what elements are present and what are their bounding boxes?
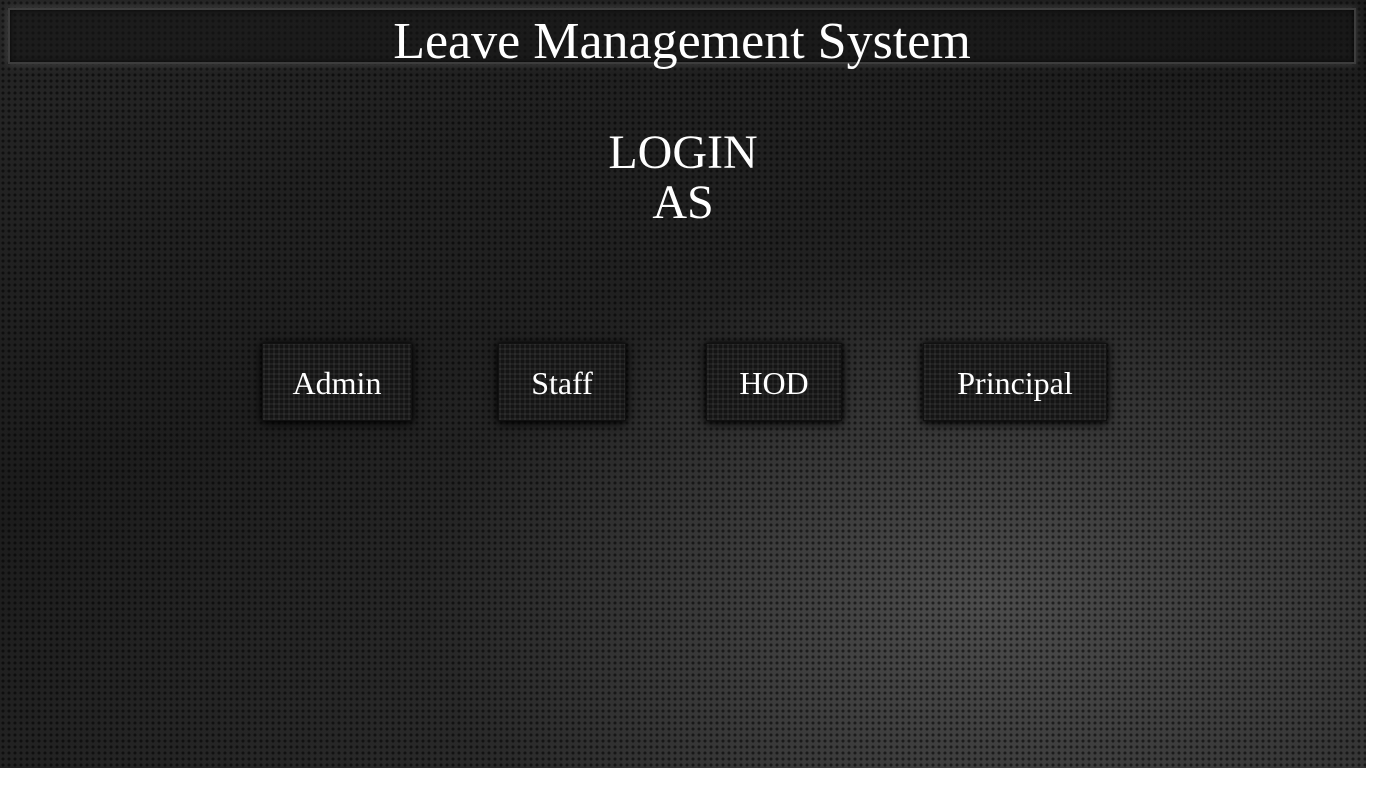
login-heading-line2: AS <box>652 176 714 229</box>
admin-button[interactable]: Admin <box>262 343 412 421</box>
page-title: Leave Management System <box>393 13 971 70</box>
header-bar: Leave Management System <box>8 8 1356 70</box>
login-heading: LOGIN AS <box>0 128 1366 228</box>
staff-button[interactable]: Staff <box>498 343 626 421</box>
login-heading-line1: LOGIN <box>608 126 758 179</box>
principal-button[interactable]: Principal <box>923 343 1107 421</box>
hod-button[interactable]: HOD <box>706 343 842 421</box>
page-viewport: Leave Management System LOGIN AS Admin S… <box>0 0 1366 768</box>
